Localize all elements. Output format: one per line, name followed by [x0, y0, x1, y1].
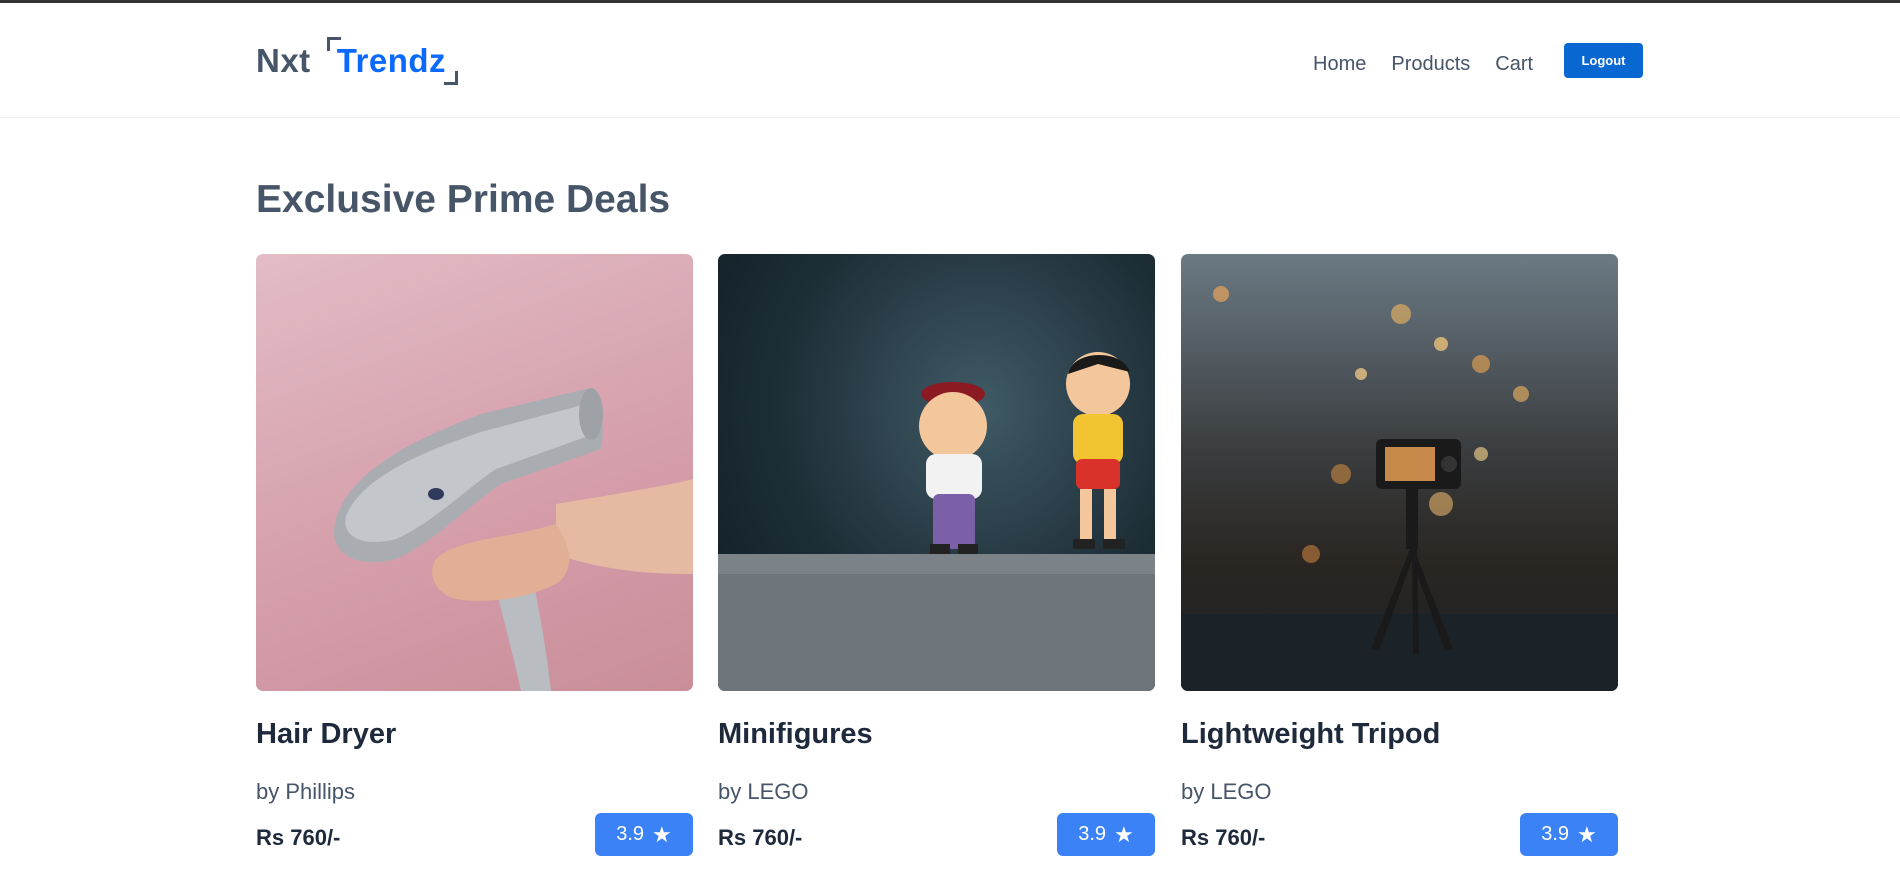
product-footer: Rs 760/- 3.9 ★ [718, 813, 1155, 857]
product-title[interactable]: Lightweight Tripod [1181, 718, 1618, 751]
nav-links: Home Products Cart [1313, 53, 1558, 76]
product-card[interactable]: Minifigures by LEGO Rs 760/- 3.9 ★ [718, 254, 1155, 857]
logo-text-nxt: Nxt [256, 42, 311, 79]
product-image-tripod[interactable] [1181, 254, 1618, 691]
product-title[interactable]: Minifigures [718, 718, 1155, 751]
rating-badge: 3.9 ★ [1520, 813, 1618, 856]
logout-button[interactable]: Logout [1564, 43, 1643, 78]
product-price: Rs 760/- [256, 825, 341, 850]
product-card[interactable]: Lightweight Tripod by LEGO Rs 760/- 3.9 … [1181, 254, 1618, 857]
rating-badge: 3.9 ★ [1057, 813, 1155, 856]
logo-bracket-icon [444, 71, 459, 85]
minifigures-illustration [718, 352, 1155, 691]
navbar: Nxt Trendz Home Products Cart Logout [0, 3, 1900, 118]
logo-text-trendz: Trendz [336, 42, 447, 79]
logo-trendz-frame: Trendz [326, 37, 459, 85]
rating-value: 3.9 [1078, 823, 1107, 845]
nav-link-home[interactable]: Home [1313, 53, 1366, 76]
logo-bracket-icon [326, 37, 341, 51]
product-price: Rs 760/- [718, 825, 803, 850]
rating-value: 3.9 [616, 823, 645, 845]
product-price: Rs 760/- [1181, 825, 1266, 850]
product-title[interactable]: Hair Dryer [256, 718, 693, 751]
section-title: Exclusive Prime Deals [256, 178, 671, 221]
product-footer: Rs 760/- 3.9 ★ [256, 813, 693, 857]
star-icon: ★ [652, 821, 672, 847]
product-brand: by LEGO [718, 779, 809, 804]
nav-link-cart[interactable]: Cart [1495, 53, 1533, 76]
product-brand: by Phillips [256, 779, 356, 804]
product-image-minifigures[interactable] [718, 254, 1155, 691]
nav-link-products[interactable]: Products [1391, 53, 1470, 76]
product-card[interactable]: Hair Dryer by Phillips Rs 760/- 3.9 ★ [256, 254, 693, 857]
star-icon: ★ [1577, 821, 1597, 847]
rating-badge: 3.9 ★ [595, 813, 693, 856]
rating-value: 3.9 [1541, 823, 1570, 845]
brand-logo[interactable]: Nxt Trendz [256, 37, 459, 85]
tripod-illustration [1181, 286, 1618, 691]
star-icon: ★ [1114, 821, 1134, 847]
product-footer: Rs 760/- 3.9 ★ [1181, 813, 1618, 857]
product-image-hair-dryer[interactable] [256, 254, 693, 691]
product-brand: by LEGO [1181, 779, 1272, 804]
hair-dryer-illustration [334, 388, 693, 691]
